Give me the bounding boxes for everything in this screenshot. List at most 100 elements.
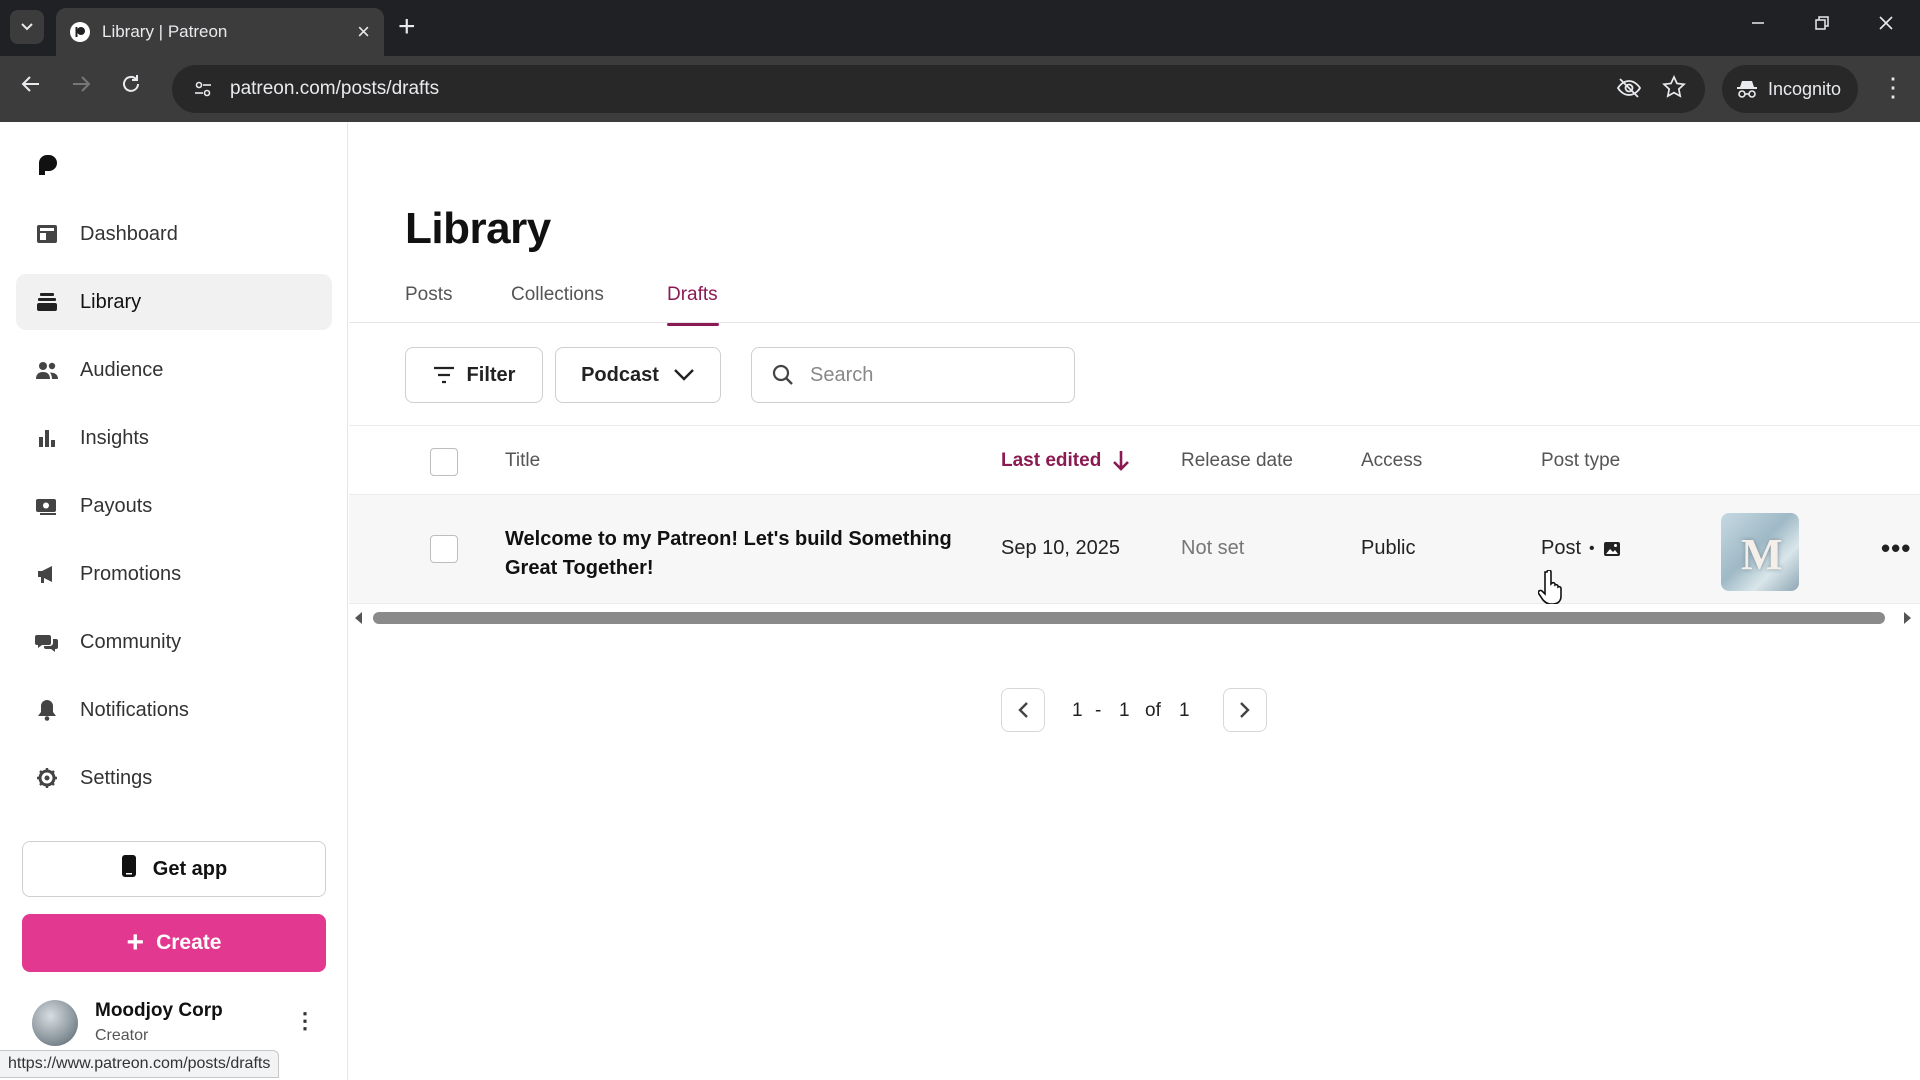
post-thumbnail[interactable]: M <box>1721 513 1799 591</box>
minimize-icon[interactable] <box>1750 14 1766 37</box>
sidebar-item-library[interactable]: Library <box>16 274 332 330</box>
incognito-icon <box>1737 81 1757 98</box>
incognito-indicator[interactable]: Incognito <box>1722 65 1858 113</box>
filter-button[interactable]: Filter <box>405 347 543 403</box>
scrollbar-thumb[interactable] <box>373 612 1885 624</box>
hand-cursor-icon <box>1537 569 1566 609</box>
sidebar-item-promotions[interactable]: Promotions <box>16 546 332 602</box>
column-header-last-edited[interactable]: Last edited <box>1001 450 1131 472</box>
column-header-title[interactable]: Title <box>505 450 540 472</box>
sidebar-item-label: Payouts <box>80 494 153 517</box>
previous-page-button[interactable] <box>1001 688 1045 732</box>
column-header-access[interactable]: Access <box>1361 450 1422 472</box>
search-field[interactable] <box>751 347 1075 403</box>
phone-icon <box>121 854 137 884</box>
tab-collections[interactable]: Collections <box>511 284 604 306</box>
last-edited-value: Sep 10, 2025 <box>1001 537 1120 559</box>
get-app-button[interactable]: Get app <box>22 841 326 897</box>
main-content: Library Posts Collections Drafts Filter … <box>349 122 1920 1080</box>
site-info-icon[interactable] <box>188 74 218 104</box>
restore-icon[interactable] <box>1814 14 1830 37</box>
create-label: Create <box>156 931 222 954</box>
create-button[interactable]: + Create <box>22 914 326 972</box>
profile-menu-icon[interactable]: ⋮ <box>294 1008 316 1034</box>
patreon-logo-icon[interactable] <box>36 154 58 181</box>
arrow-down-icon <box>1113 451 1130 471</box>
sidebar-item-notifications[interactable]: Notifications <box>16 682 332 738</box>
sidebar-item-label: Notifications <box>80 698 189 721</box>
page-of-label: of <box>1145 700 1161 721</box>
more-options-icon[interactable]: ••• <box>1881 533 1911 564</box>
filter-icon <box>433 366 454 384</box>
sidebar-item-audience[interactable]: Audience <box>16 342 332 398</box>
horizontal-scrollbar[interactable] <box>349 609 1920 627</box>
image-icon <box>1603 541 1620 556</box>
post-type-cell: Post • <box>1541 537 1621 560</box>
link-status-bar: https://www.patreon.com/posts/drafts <box>0 1050 280 1078</box>
back-icon[interactable] <box>14 72 48 104</box>
avatar[interactable] <box>32 1000 78 1046</box>
scroll-left-arrow-icon[interactable] <box>355 612 362 624</box>
page-range-separator: - <box>1095 700 1102 721</box>
column-header-label: Last edited <box>1001 450 1102 471</box>
community-icon <box>34 629 60 655</box>
profile-role: Creator <box>95 1027 149 1044</box>
post-title[interactable]: Welcome to my Patreon! Let's build Somet… <box>505 525 995 583</box>
tab-search-button[interactable] <box>10 10 44 44</box>
sidebar-item-community[interactable]: Community <box>16 614 332 670</box>
bookmark-star-icon[interactable] <box>1662 74 1686 105</box>
search-input[interactable] <box>810 363 1040 387</box>
page-range-end: 1 <box>1119 700 1130 721</box>
browser-menu-icon[interactable]: ⋮ <box>1880 72 1906 103</box>
megaphone-icon <box>34 561 60 587</box>
payouts-icon <box>34 493 60 519</box>
sidebar-item-label: Insights <box>80 426 149 449</box>
sidebar-item-label: Dashboard <box>80 222 178 245</box>
new-tab-button[interactable]: + <box>398 12 416 42</box>
tab-drafts[interactable]: Drafts <box>667 284 718 306</box>
access-value: Public <box>1361 537 1416 559</box>
tabs-divider <box>349 322 1920 323</box>
browser-toolbar: patreon.com/posts/drafts Incognito ⋮ <box>0 56 1920 122</box>
address-bar[interactable]: patreon.com/posts/drafts <box>172 65 1705 113</box>
forward-icon[interactable] <box>64 72 98 104</box>
chevron-down-icon <box>21 23 33 31</box>
sidebar-item-dashboard[interactable]: Dashboard <box>16 206 332 262</box>
eye-off-icon[interactable] <box>1616 75 1642 107</box>
post-type-value: Post <box>1541 537 1582 559</box>
audience-icon <box>34 357 60 383</box>
tab-posts[interactable]: Posts <box>405 284 453 306</box>
insights-icon <box>34 425 60 451</box>
browser-tab[interactable]: Library | Patreon × <box>56 8 384 56</box>
sidebar-item-label: Settings <box>80 766 153 789</box>
post-type-dropdown[interactable]: Podcast <box>555 347 721 403</box>
get-app-label: Get app <box>152 857 228 880</box>
profile-name: Moodjoy Corp <box>95 1000 223 1021</box>
page-title: Library <box>405 204 551 253</box>
table-row[interactable]: Welcome to my Patreon! Let's build Somet… <box>349 494 1920 604</box>
release-date-value: Not set <box>1181 537 1245 559</box>
select-all-checkbox[interactable] <box>430 448 458 476</box>
column-header-release-date[interactable]: Release date <box>1181 450 1293 472</box>
plus-icon: + <box>126 926 145 959</box>
chevron-right-icon <box>1240 702 1250 718</box>
chevron-down-icon <box>674 369 694 381</box>
dashboard-icon <box>34 221 60 247</box>
scroll-right-arrow-icon[interactable] <box>1904 612 1911 624</box>
patreon-favicon-icon <box>70 22 90 42</box>
row-checkbox[interactable] <box>430 535 458 563</box>
bell-icon <box>34 697 60 723</box>
sidebar-item-payouts[interactable]: Payouts <box>16 478 332 534</box>
column-header-post-type[interactable]: Post type <box>1541 450 1620 472</box>
sidebar-item-label: Promotions <box>80 562 182 585</box>
sidebar-item-insights[interactable]: Insights <box>16 410 332 466</box>
chevron-left-icon <box>1018 702 1028 718</box>
close-tab-icon[interactable]: × <box>357 21 370 43</box>
close-window-icon[interactable] <box>1878 14 1894 37</box>
next-page-button[interactable] <box>1223 688 1267 732</box>
sidebar-item-settings[interactable]: Settings <box>16 750 332 806</box>
reload-icon[interactable] <box>114 72 148 104</box>
bullet-separator: • <box>1589 539 1595 557</box>
incognito-label: Incognito <box>1768 78 1842 99</box>
page-total: 1 <box>1179 700 1190 721</box>
